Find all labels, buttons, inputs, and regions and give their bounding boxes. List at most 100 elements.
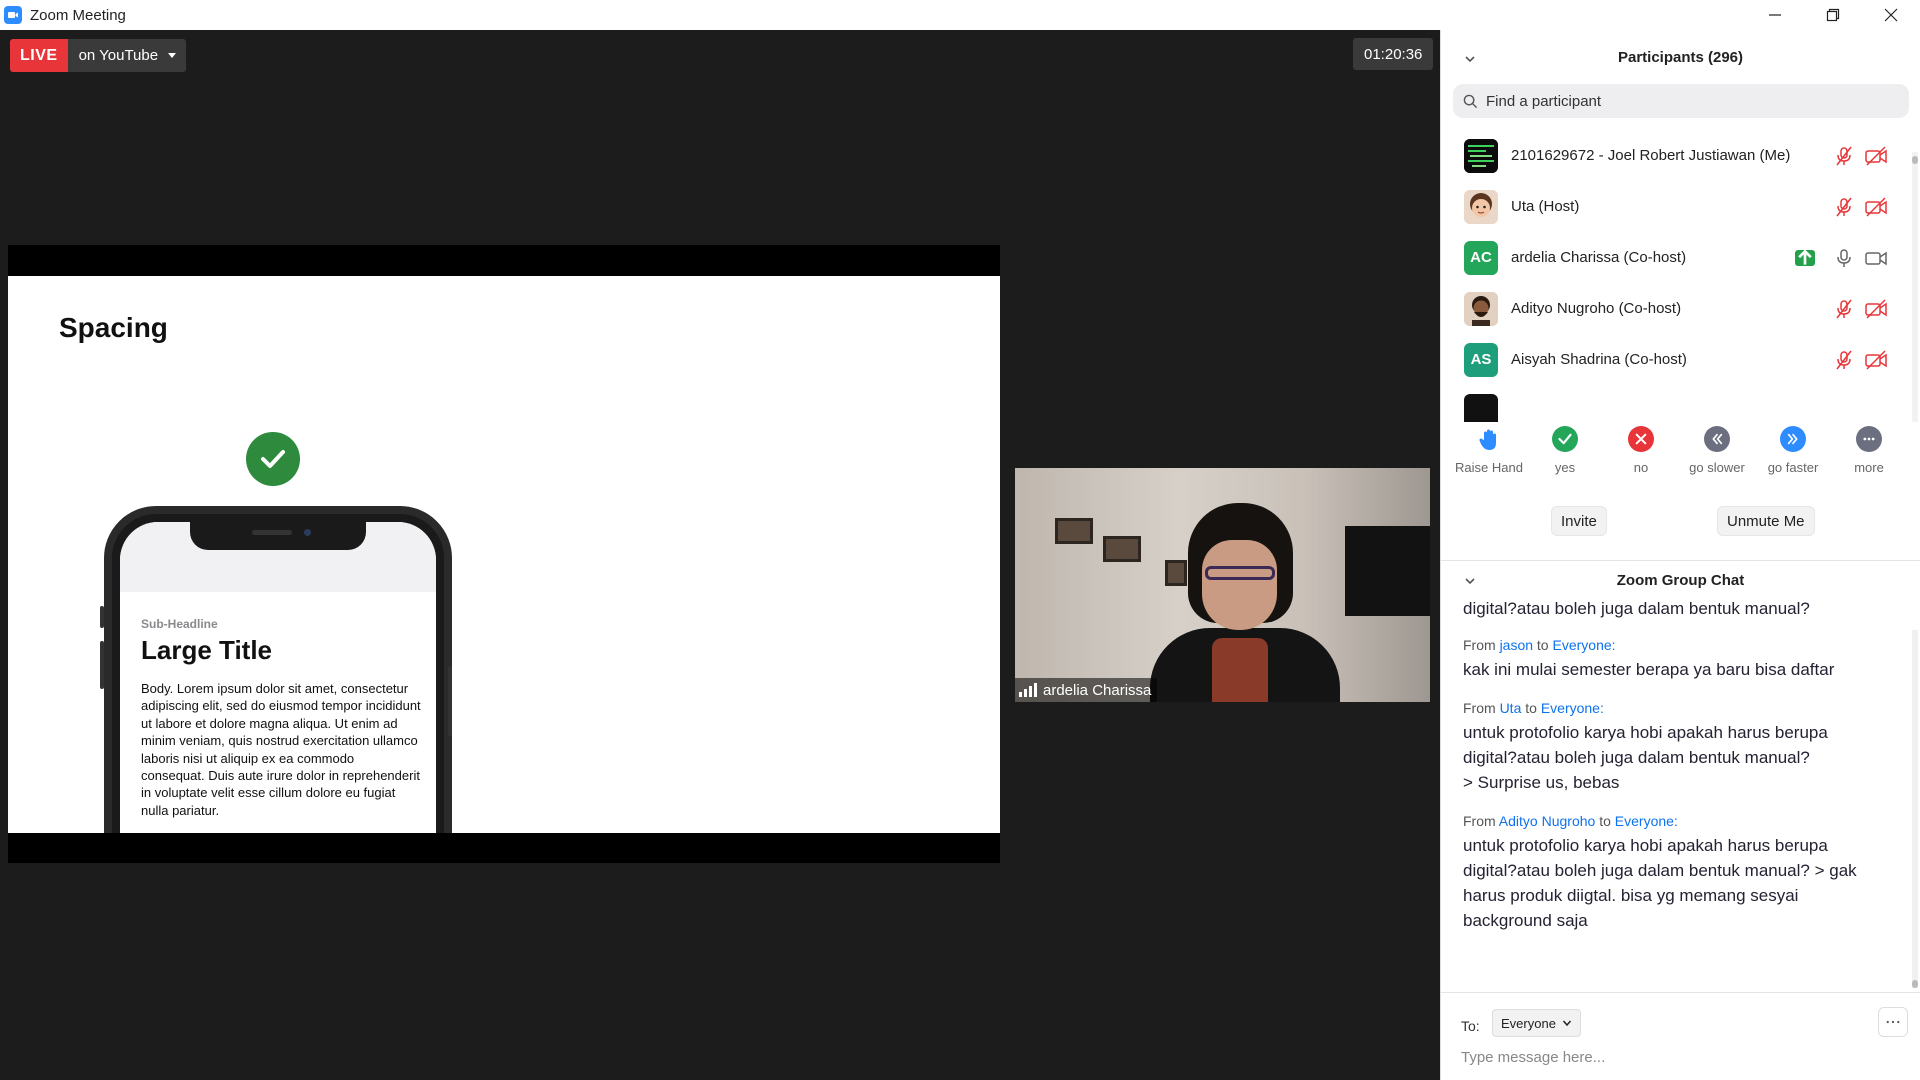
chat-message-text: kak ini mulai semester berapa ya baru bi… [1463,660,1835,679]
recipient-value: Everyone [1501,1015,1556,1031]
close-window-button[interactable] [1862,0,1920,30]
phone-side-button [100,641,104,689]
reaction-label: go faster [1767,460,1819,475]
chat-recipient[interactable]: Everyone: [1615,813,1678,829]
participant-list-scrollbar[interactable] [1912,152,1918,422]
live-platform-dropdown[interactable]: on YouTube [67,39,187,72]
muted-mic-icon[interactable] [1833,350,1855,370]
phone-side-button [448,666,452,736]
screen-share-view: Spacing Sub-Headline Large Title Body. L… [8,245,1000,863]
screen-share-icon [1795,248,1815,266]
chat-message-text: untuk protofolio karya hobi apakah harus… [1463,836,1857,930]
chat-sender[interactable]: Adityo Nugroho [1499,813,1596,829]
minimize-button[interactable] [1746,0,1804,30]
restore-button[interactable] [1804,0,1862,30]
shared-slide: Spacing Sub-Headline Large Title Body. L… [8,276,1000,833]
collapse-chevron-icon[interactable] [1463,574,1477,588]
chat-message-meta: From Uta to Everyone: [1463,700,1604,716]
close-icon [1884,8,1898,22]
search-icon [1463,94,1478,108]
participant-row[interactable]: Adityo Nugroho (Co-host) [1441,283,1911,334]
video-icon[interactable] [1865,248,1887,268]
speaker-video-tile[interactable]: ardelia Charissa [1015,468,1430,702]
phone-mockup: Sub-Headline Large Title Body. Lorem ips… [104,506,452,833]
reaction-label: Raise Hand [1455,460,1523,475]
speaker-glasses [1205,566,1275,580]
yes-button[interactable]: yes [1527,426,1603,506]
participant-name: Adityo Nugroho (Co-host) [1511,300,1682,317]
side-panel: Participants (296) 2101629672 - Joel Rob… [1440,30,1920,1080]
chat-message-text: untuk protofolio karya hobi apakah harus… [1463,723,1828,792]
collapse-chevron-icon[interactable] [1463,52,1477,66]
chat-scrollbar[interactable] [1912,630,1918,988]
to-label: To: [1461,1018,1480,1034]
participant-name: 2101629672 - Joel Robert Justiawan (Me) [1511,147,1791,164]
participant-list: 2101629672 - Joel Robert Justiawan (Me) … [1441,130,1911,422]
mic-icon[interactable] [1833,248,1855,268]
chat-sender[interactable]: jason [1500,637,1533,653]
rewind-icon [1704,426,1730,452]
recipient-dropdown[interactable]: Everyone [1492,1009,1581,1037]
more-reactions-button[interactable]: more [1831,426,1907,506]
participant-name: ardelia Charissa (Co-host) [1511,249,1687,266]
more-icon [1856,426,1882,452]
speaker-name: ardelia Charissa [1043,681,1152,699]
chat-message-partial: digital?atau boleh juga dalam bentuk man… [1463,600,1883,621]
muted-mic-icon[interactable] [1833,299,1855,319]
participant-search-input[interactable] [1486,92,1886,110]
chat-recipient[interactable]: Everyone: [1553,637,1616,653]
phone-sub-headline: Sub-Headline [141,617,218,631]
chat-sender[interactable]: Uta [1500,700,1522,716]
participant-row[interactable]: 2101629672 - Joel Robert Justiawan (Me) [1441,130,1911,181]
zoom-logo-icon [4,6,22,24]
go-slower-button[interactable]: go slower [1679,426,1755,506]
meeting-stage: LIVE on YouTube 01:20:36 Spacing Sub-Hea… [0,30,1440,1080]
avatar [1464,138,1498,173]
no-button[interactable]: no [1603,426,1679,506]
speaker-shirt [1212,638,1268,702]
participant-row[interactable]: AS Aisyah Shadrina (Co-host) [1441,334,1911,385]
muted-mic-icon[interactable] [1833,197,1855,217]
title-bar: Zoom Meeting [0,0,1920,30]
video-off-icon[interactable] [1865,298,1887,319]
reaction-label: no [1633,460,1649,475]
more-icon [1886,1020,1900,1024]
live-platform-label: on YouTube [78,47,159,64]
participant-name: Aisyah Shadrina (Co-host) [1511,351,1687,368]
participant-search[interactable] [1453,84,1909,118]
connection-signal-icon [1019,683,1037,697]
participant-row[interactable] [1441,385,1911,422]
participant-row[interactable]: AC ardelia Charissa (Co-host) [1441,232,1911,283]
video-off-icon[interactable] [1865,349,1887,370]
video-off-icon[interactable] [1865,145,1887,166]
raise-hand-button[interactable]: Raise Hand [1451,426,1527,506]
muted-mic-icon[interactable] [1833,146,1855,166]
speaker-name-tag: ardelia Charissa [1015,678,1158,702]
chat-more-button[interactable] [1878,1007,1908,1037]
reaction-label: yes [1554,460,1576,475]
chat-header: Zoom Group Chat [1441,560,1920,600]
checkmark-icon [246,432,300,486]
avatar [1464,393,1498,422]
live-stream-badge[interactable]: LIVE on YouTube [10,39,187,72]
raise-hand-icon [1476,426,1502,452]
phone-notch [190,522,366,550]
avatar: AC [1464,240,1498,275]
participant-row[interactable]: Uta (Host) [1441,181,1911,232]
chevron-down-icon [1562,1020,1571,1027]
unmute-me-button[interactable]: Unmute Me [1717,506,1815,536]
chat-message-input[interactable] [1461,1045,1881,1069]
check-icon [1552,426,1578,452]
go-faster-button[interactable]: go faster [1755,426,1831,506]
chat-message: From jason to Everyone: kak ini mulai se… [1463,637,1883,682]
participant-name: Uta (Host) [1511,198,1580,215]
chat-message-text: digital?atau boleh juga dalam bentuk man… [1463,600,1810,618]
window-controls [1746,0,1920,30]
phone-side-button [100,606,104,628]
wall-picture [1165,560,1187,586]
chat-message: From Adityo Nugroho to Everyone: untuk p… [1463,813,1883,933]
reaction-label: more [1854,460,1884,475]
video-off-icon[interactable] [1865,196,1887,217]
invite-button[interactable]: Invite [1551,506,1607,536]
chat-recipient[interactable]: Everyone: [1541,700,1604,716]
